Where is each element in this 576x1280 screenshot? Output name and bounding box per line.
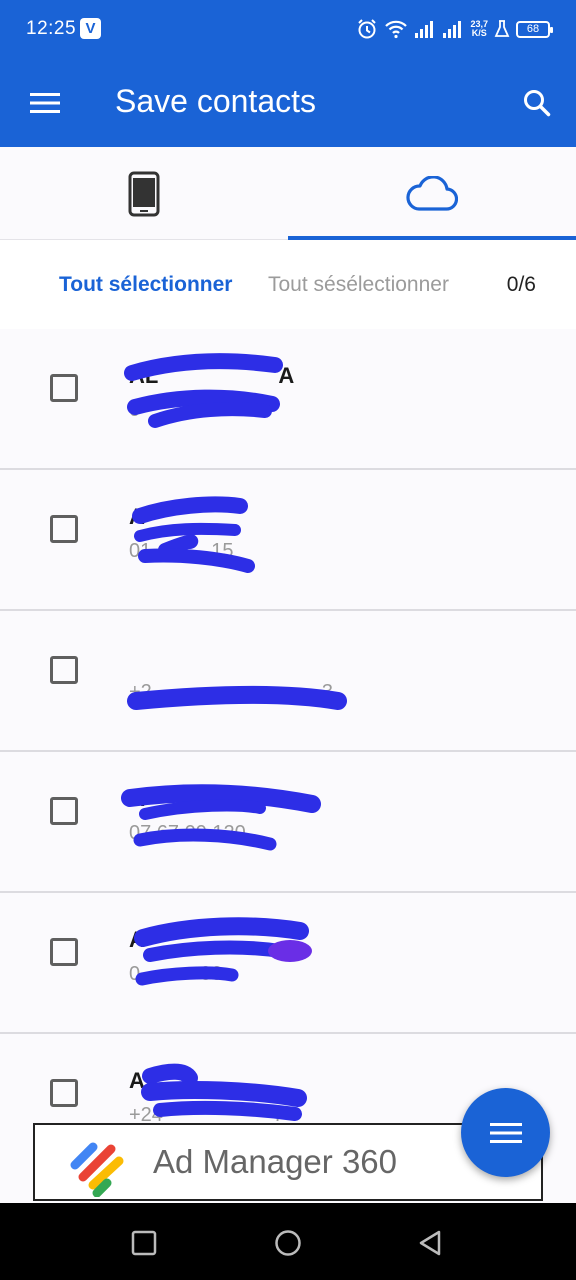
phone-icon <box>128 171 160 216</box>
contact-phone: 01 15 <box>129 540 234 562</box>
selection-bar: Tout sélectionner Tout sésélectionner 0/… <box>0 240 576 329</box>
back-button[interactable] <box>410 1223 450 1263</box>
cloud-icon <box>406 175 458 211</box>
battery-icon: 68 <box>516 20 553 38</box>
contact-name: A <box>129 786 145 811</box>
contact-checkbox[interactable] <box>50 1079 78 1107</box>
lab-icon <box>494 20 510 37</box>
menu-icon <box>489 1122 522 1143</box>
redaction-scribble <box>124 353 283 428</box>
tab-phone[interactable] <box>0 147 288 240</box>
contact-checkbox[interactable] <box>50 515 78 543</box>
app-bar: Save contacts <box>0 58 576 147</box>
status-bar: 12:25 V 23,7 K/S 68 <box>0 0 576 58</box>
contact-row[interactable]: A 07 67 09 120 <box>0 752 576 893</box>
wifi-icon <box>385 20 408 39</box>
contact-checkbox[interactable] <box>50 797 78 825</box>
signal-icon <box>415 21 434 38</box>
redaction-scribble <box>134 917 312 986</box>
tab-cloud[interactable] <box>288 147 576 240</box>
fab-menu-button[interactable] <box>461 1088 550 1177</box>
contact-phone: +2 3 <box>129 681 333 703</box>
back-icon <box>419 1230 441 1256</box>
contact-name: A <box>129 927 145 952</box>
search-button[interactable] <box>514 80 560 126</box>
recents-button[interactable] <box>124 1223 164 1263</box>
status-time: 12:25 <box>26 18 77 39</box>
contact-row[interactable]: AL A 0 <box>0 329 576 470</box>
screen: 12:25 V 23,7 K/S 68 Save contacts Tout s… <box>0 0 576 1280</box>
search-icon <box>524 90 551 117</box>
contact-row[interactable]: A 0 00 <box>0 893 576 1034</box>
contact-row[interactable]: +2 3 <box>0 611 576 752</box>
home-icon <box>275 1230 301 1256</box>
contact-name: A <box>129 504 145 529</box>
battery-level: 68 <box>526 22 540 35</box>
app-notification-icon: V <box>80 18 101 39</box>
source-tabs <box>0 147 576 240</box>
net-speed: 23,7 K/S <box>470 20 488 38</box>
contact-checkbox[interactable] <box>50 656 78 684</box>
alarm-icon <box>358 19 377 39</box>
status-icons: 23,7 K/S 68 <box>356 16 553 42</box>
ad-manager-logo <box>70 1142 124 1197</box>
select-all-button[interactable]: Tout sélectionner <box>59 273 232 297</box>
selection-count: 0/6 <box>506 273 536 296</box>
recents-icon <box>131 1230 157 1256</box>
system-nav-bar <box>0 1203 576 1280</box>
contact-row[interactable]: A 01 15 <box>0 470 576 611</box>
menu-button[interactable] <box>22 80 68 126</box>
net-speed-unit: K/S <box>471 28 487 38</box>
redaction-scribble <box>132 496 255 573</box>
app-title: Save contacts <box>115 83 316 119</box>
redaction-scribble <box>121 784 321 851</box>
contact-checkbox[interactable] <box>50 374 78 402</box>
contact-phone: 07 67 09 120 <box>129 822 246 844</box>
contact-phone: 0 <box>129 399 141 421</box>
ad-text: Ad Manager 360 <box>153 1143 398 1180</box>
contact-name: AL A <box>129 363 295 388</box>
contact-phone: 0 00 <box>129 963 223 985</box>
signal-icon <box>443 21 462 38</box>
contact-checkbox[interactable] <box>50 938 78 966</box>
menu-icon <box>30 93 60 113</box>
contact-name: A <box>129 1068 145 1093</box>
home-button[interactable] <box>268 1223 308 1263</box>
contact-list: AL A 0 A 01 15 +2 3 A 07 67 09 120 A 0 00 <box>0 329 576 1175</box>
deselect-all-button[interactable]: Tout sésélectionner <box>268 273 449 297</box>
